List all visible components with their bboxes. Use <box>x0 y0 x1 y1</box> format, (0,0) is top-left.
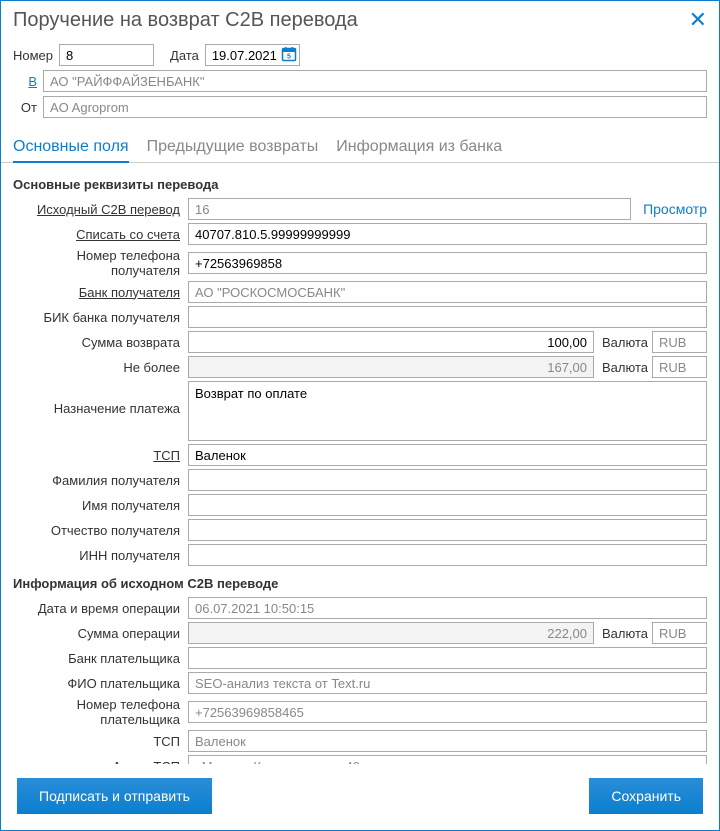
recipient-inn-label: ИНН получателя <box>13 548 188 563</box>
recipient-patronymic-label: Отчество получателя <box>13 523 188 538</box>
view-link[interactable]: Просмотр <box>643 201 707 217</box>
op-amount-input <box>188 622 594 644</box>
currency-label-3: Валюта <box>602 626 648 641</box>
tsp-label[interactable]: ТСП <box>13 448 188 463</box>
purpose-textarea[interactable] <box>188 381 707 441</box>
recipient-patronymic-input[interactable] <box>188 519 707 541</box>
debit-account-row: Списать со счета <box>13 223 707 245</box>
tab-previous-returns[interactable]: Предыдущие возвраты <box>147 134 319 162</box>
tsp-address-row: Адрес ТСП <box>13 755 707 764</box>
return-currency-input <box>652 331 707 353</box>
from-row: От <box>13 96 707 118</box>
number-input[interactable] <box>59 44 154 66</box>
recipient-firstname-row: Имя получателя <box>13 494 707 516</box>
recipient-firstname-label: Имя получателя <box>13 498 188 513</box>
to-row: В <box>13 70 707 92</box>
payer-fio-row: ФИО плательщика <box>13 672 707 694</box>
purpose-row: Назначение платежа <box>13 381 707 441</box>
purpose-label: Назначение платежа <box>13 381 188 416</box>
payer-bank-label: Банк плательщика <box>13 651 188 666</box>
recipient-bank-label[interactable]: Банк получателя <box>13 285 188 300</box>
close-icon[interactable]: ✕ <box>689 9 707 31</box>
tsp-row: ТСП <box>13 444 707 466</box>
number-date-row: Номер Дата 5 <box>13 44 707 66</box>
recipient-bik-input[interactable] <box>188 306 707 328</box>
source-transfer-label[interactable]: Исходный C2B перевод <box>13 202 188 217</box>
payer-fio-label: ФИО плательщика <box>13 676 188 691</box>
debit-account-label[interactable]: Списать со счета <box>13 227 188 242</box>
recipient-bank-input <box>188 281 707 303</box>
op-datetime-input <box>188 597 707 619</box>
from-input <box>43 96 707 118</box>
recipient-bank-row: Банк получателя <box>13 281 707 303</box>
recipient-inn-row: ИНН получателя <box>13 544 707 566</box>
tsp-input[interactable] <box>188 444 707 466</box>
tabs: Основные поля Предыдущие возвраты Информ… <box>1 130 719 163</box>
op-amount-label: Сумма операции <box>13 626 188 641</box>
op-currency-input <box>652 622 707 644</box>
content-area: Основные реквизиты перевода Исходный C2B… <box>1 163 719 764</box>
recipient-lastname-input[interactable] <box>188 469 707 491</box>
max-amount-label: Не более <box>13 360 188 375</box>
op-amount-row: Сумма операции Валюта <box>13 622 707 644</box>
tab-bank-info[interactable]: Информация из банка <box>336 134 502 162</box>
max-currency-input <box>652 356 707 378</box>
recipient-bik-label: БИК банка получателя <box>13 310 188 325</box>
op-datetime-row: Дата и время операции <box>13 597 707 619</box>
max-amount-row: Не более Валюта <box>13 356 707 378</box>
tsp2-row: ТСП <box>13 730 707 752</box>
recipient-lastname-row: Фамилия получателя <box>13 469 707 491</box>
debit-account-input[interactable] <box>188 223 707 245</box>
max-amount-input <box>188 356 594 378</box>
sign-send-button[interactable]: Подписать и отправить <box>17 778 212 814</box>
dialog-title: Поручение на возврат C2B перевода <box>13 9 358 32</box>
source-transfer-row: Исходный C2B перевод Просмотр <box>13 198 707 220</box>
svg-text:5: 5 <box>287 54 291 61</box>
recipient-inn-input[interactable] <box>188 544 707 566</box>
recipient-patronymic-row: Отчество получателя <box>13 519 707 541</box>
recipient-bik-row: БИК банка получателя <box>13 306 707 328</box>
payer-phone-input <box>188 701 707 723</box>
source-transfer-input <box>188 198 631 220</box>
return-amount-label: Сумма возврата <box>13 335 188 350</box>
payer-phone-row: Номер телефона плательщика <box>13 697 707 727</box>
payer-fio-input <box>188 672 707 694</box>
date-label: Дата <box>170 48 199 63</box>
number-label: Номер <box>13 48 53 63</box>
recipient-phone-label: Номер телефона получателя <box>13 248 188 278</box>
return-amount-row: Сумма возврата Валюта <box>13 331 707 353</box>
dialog-window: Поручение на возврат C2B перевода ✕ Номе… <box>0 0 720 831</box>
recipient-phone-row: Номер телефона получателя <box>13 248 707 278</box>
calendar-icon[interactable]: 5 <box>281 46 297 64</box>
save-button[interactable]: Сохранить <box>589 778 703 814</box>
tsp2-label: ТСП <box>13 734 188 749</box>
from-label: От <box>13 100 43 115</box>
recipient-phone-input[interactable] <box>188 252 707 274</box>
currency-label-1: Валюта <box>602 335 648 350</box>
dialog-header: Поручение на возврат C2B перевода ✕ <box>1 1 719 36</box>
payer-bank-row: Банк плательщика <box>13 647 707 669</box>
currency-label-2: Валюта <box>602 360 648 375</box>
recipient-lastname-label: Фамилия получателя <box>13 473 188 488</box>
footer: Подписать и отправить Сохранить <box>1 764 719 830</box>
to-input <box>43 70 707 92</box>
payer-phone-label: Номер телефона плательщика <box>13 697 188 727</box>
tsp2-input <box>188 730 707 752</box>
section2-title: Информация об исходном C2B переводе <box>13 576 707 591</box>
payer-bank-input <box>188 647 707 669</box>
recipient-firstname-input[interactable] <box>188 494 707 516</box>
section1-title: Основные реквизиты перевода <box>13 177 707 192</box>
header-section: Номер Дата 5 В От <box>1 36 719 130</box>
op-datetime-label: Дата и время операции <box>13 601 188 616</box>
tab-main[interactable]: Основные поля <box>13 134 129 162</box>
tsp-address-input <box>188 755 707 764</box>
to-label[interactable]: В <box>13 74 43 89</box>
return-amount-input[interactable] <box>188 331 594 353</box>
